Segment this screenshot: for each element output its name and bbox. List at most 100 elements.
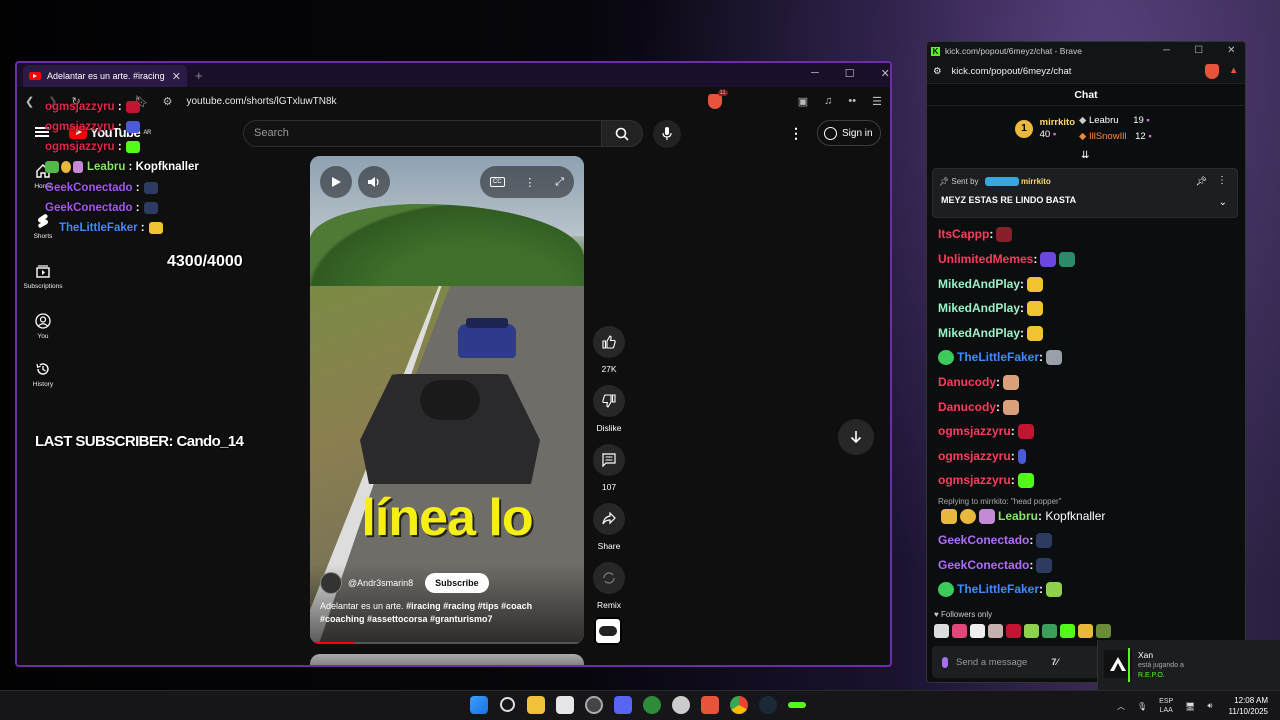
minimize-icon[interactable]: ─ <box>811 67 819 80</box>
app-icon[interactable] <box>585 696 603 714</box>
maximize-icon[interactable]: ☐ <box>845 67 855 80</box>
like-button[interactable]: 27K <box>592 326 626 374</box>
leaderboard-second[interactable]: ◆ Leabru 19 ▪ <box>1079 115 1150 126</box>
close-window-icon[interactable]: ✕ <box>1227 45 1235 56</box>
chat-message[interactable]: TheLittleFaker: <box>938 350 1063 366</box>
search-input[interactable]: Search <box>243 120 603 147</box>
close-window-icon[interactable]: ✕ <box>881 67 890 80</box>
dislike-button[interactable]: Dislike <box>592 385 626 433</box>
chat-message[interactable]: GeekConectado: <box>938 533 1053 549</box>
chat-message[interactable]: ogmsjazzyru: <box>938 424 1034 440</box>
brave-icon[interactable] <box>701 696 719 714</box>
site-settings-icon[interactable]: ⚙︎ <box>933 66 942 77</box>
chat-message[interactable]: GeekConectado: <box>938 558 1053 574</box>
network-icon[interactable]: 🖥︎ <box>1185 702 1195 711</box>
maximize-icon[interactable]: ☐ <box>1194 45 1203 56</box>
leaderboard-third[interactable]: ◆ IllSnowIll 12 ▪ <box>1079 131 1152 142</box>
chat-message[interactable]: MikedAndPlay: <box>938 326 1044 342</box>
menu-icon[interactable]: ☰ <box>872 95 882 108</box>
start-icon[interactable] <box>470 696 488 714</box>
channel-thumbnail-icon[interactable] <box>594 617 622 645</box>
brave-rewards-icon[interactable]: ▲ <box>1229 65 1238 76</box>
site-settings-icon[interactable]: ⚙︎ <box>163 95 173 108</box>
discord-icon[interactable] <box>614 696 632 714</box>
chat-message-input[interactable]: Send a message 7⁄ <box>932 646 1100 678</box>
brave-shields-icon[interactable]: 11 <box>707 89 728 109</box>
more-options-icon[interactable]: ⋮ <box>524 176 535 189</box>
emote-icon[interactable] <box>1078 624 1093 638</box>
guide-item-subscriptions[interactable]: Subscriptions <box>17 263 69 290</box>
kick-app-icon[interactable] <box>788 702 806 708</box>
channel-name[interactable]: @Andr3smarin8 <box>348 578 413 588</box>
back-icon[interactable]: ❮ <box>25 95 34 108</box>
xbox-icon[interactable] <box>643 696 661 714</box>
new-tab-icon[interactable]: + <box>195 68 203 83</box>
chat-message-reply[interactable]: Leabru: Kopfknaller <box>938 509 1105 525</box>
settings-icon[interactable] <box>672 696 690 714</box>
emote-icon[interactable] <box>934 624 949 638</box>
emote-icon[interactable] <box>1006 624 1021 638</box>
captions-icon[interactable]: CC <box>489 177 505 187</box>
emote-icon[interactable] <box>1042 624 1057 638</box>
emote-icon[interactable] <box>952 624 967 638</box>
chat-message[interactable]: MikedAndPlay: <box>938 301 1044 317</box>
chat-message[interactable]: TheLittleFaker: <box>938 582 1063 598</box>
microphone-tray-icon[interactable]: 🎙︎ <box>1137 702 1147 711</box>
sign-in-button[interactable]: Sign in <box>817 120 881 146</box>
share-button[interactable]: Share <box>592 503 626 551</box>
video-description[interactable]: Adelantar es un arte. #iracing #racing #… <box>320 600 570 626</box>
wallet-icon[interactable]: •• <box>848 95 856 107</box>
volume-button[interactable] <box>358 166 390 198</box>
search-icon[interactable] <box>500 697 515 712</box>
guide-item-you[interactable]: You <box>17 313 69 340</box>
unpin-icon[interactable]: 📌︎ <box>1196 176 1207 187</box>
shorts-video-player[interactable]: línea lo CC ⋮ ⤢ @Andr3smarin8 Subscribe … <box>310 156 584 644</box>
pinned-message[interactable]: 📌︎ Sent by mirrkito MEYZ ESTAS RE LINDO … <box>932 168 1238 218</box>
expand-pinned-icon[interactable]: ⌄ <box>1219 197 1227 208</box>
emote-icon[interactable] <box>988 624 1003 638</box>
chat-message[interactable]: UnlimitedMemes: <box>938 252 1076 268</box>
chat-message[interactable]: ogmsjazzyru: <box>938 473 1034 489</box>
emote-icon[interactable] <box>1060 624 1075 638</box>
chat-message[interactable]: Danucody: <box>938 400 1020 416</box>
chat-message[interactable]: ItsCappp: <box>938 227 1013 243</box>
collapse-leaderboard-icon[interactable]: ⇊ <box>1081 150 1089 161</box>
tray-overflow-icon[interactable]: ︿ <box>1117 701 1125 712</box>
next-short-preview[interactable] <box>310 654 584 665</box>
emote-icon[interactable] <box>1096 624 1111 638</box>
settings-more-icon[interactable]: ⋮ <box>789 125 803 142</box>
store-icon[interactable] <box>556 696 574 714</box>
chat-message[interactable]: ogmsjazzyru: <box>938 449 1026 465</box>
channel-avatar[interactable] <box>320 572 342 594</box>
reader-mode-icon[interactable]: ▣ <box>798 95 808 108</box>
tab-youtube-short[interactable]: Adelantar es un arte. #iracing #r ✕ <box>23 65 187 87</box>
search-button[interactable] <box>601 120 643 147</box>
friend-activity-notification[interactable]: Xan está jugando a R.E.P.O. <box>1097 640 1280 690</box>
fullscreen-icon[interactable]: ⤢ <box>555 176 564 189</box>
language-indicator[interactable]: ESP LAA <box>1159 697 1173 715</box>
commands-icon[interactable]: 7⁄ <box>1051 657 1058 668</box>
steam-icon[interactable] <box>759 696 777 714</box>
remix-button[interactable]: Remix <box>592 562 626 610</box>
chat-message[interactable]: MikedAndPlay: <box>938 277 1044 293</box>
next-video-button[interactable] <box>838 419 874 455</box>
pinned-more-icon[interactable]: ⋮ <box>1217 175 1227 186</box>
media-icon[interactable]: ♫ <box>824 95 832 107</box>
kick-url-field[interactable]: kick.com/popout/6meyz/chat <box>952 66 1072 77</box>
subscribe-button[interactable]: Subscribe <box>425 573 489 593</box>
chrome-icon[interactable] <box>730 696 748 714</box>
minimize-icon[interactable]: ─ <box>1163 45 1170 56</box>
guide-item-history[interactable]: History <box>17 361 69 388</box>
brave-shields-icon[interactable] <box>1205 64 1219 79</box>
play-button[interactable] <box>320 166 352 198</box>
url-field[interactable]: youtube.com/shorts/lGTxluwTN8k <box>187 96 337 107</box>
leaderboard-top[interactable]: 1 mirrkito 40 ▪ <box>1015 117 1075 141</box>
chat-message[interactable]: Danucody: <box>938 375 1020 391</box>
volume-icon[interactable]: 🔊︎ <box>1207 701 1212 711</box>
voice-search-button[interactable] <box>653 120 681 148</box>
emote-icon[interactable] <box>970 624 985 638</box>
comments-button[interactable]: 107 <box>592 444 626 492</box>
emote-icon[interactable] <box>1024 624 1039 638</box>
microphone-icon[interactable] <box>942 656 948 668</box>
clock[interactable]: 12:08 AM 11/10/2025 <box>1229 695 1268 717</box>
